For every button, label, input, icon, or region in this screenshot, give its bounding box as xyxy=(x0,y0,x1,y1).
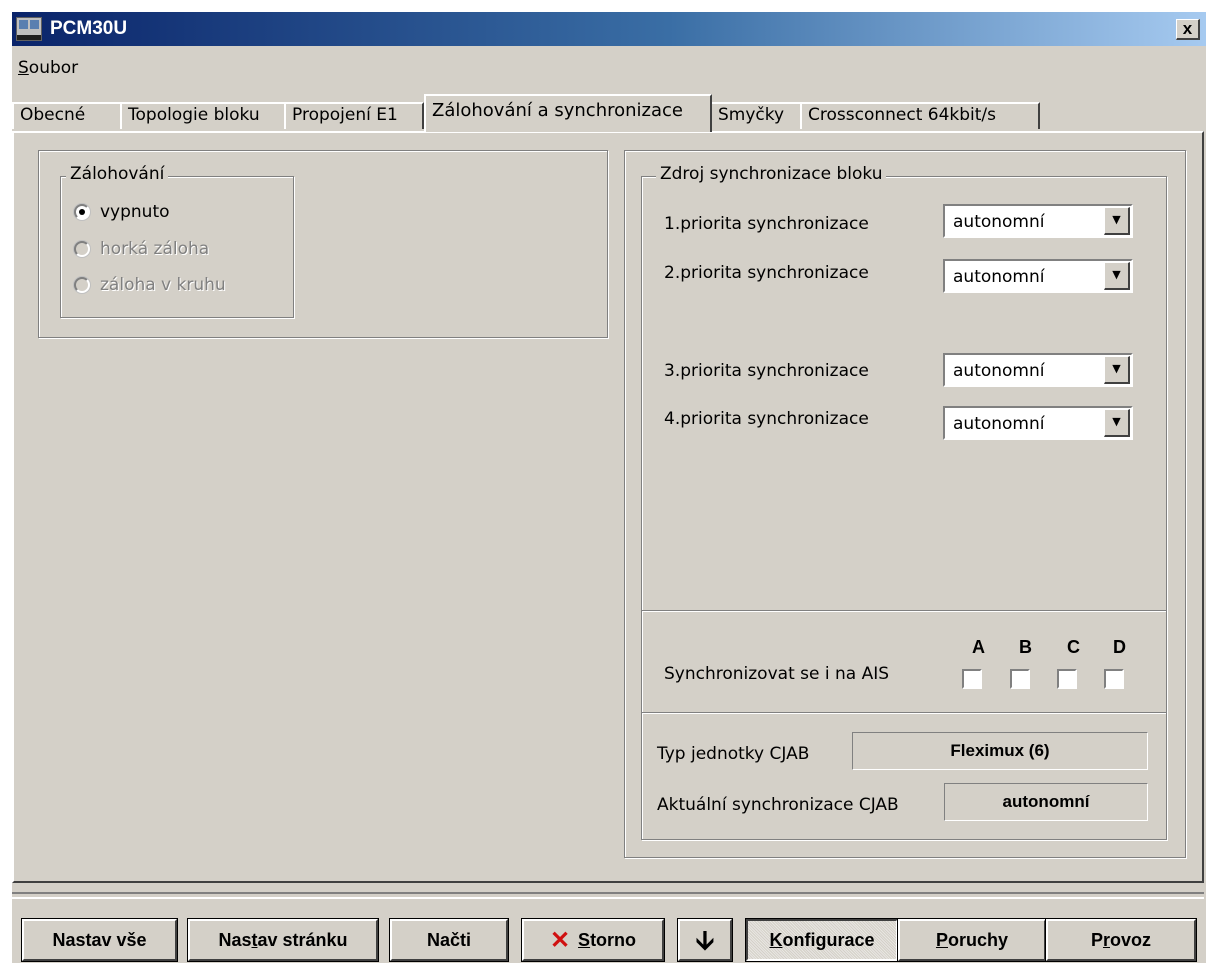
ais-checkbox-a[interactable] xyxy=(962,669,982,689)
title-bar[interactable]: PCM30U x xyxy=(12,12,1206,46)
tab-strip: Obecné Topologie bloku Propojení E1 Zálo… xyxy=(12,92,1052,132)
cancel-x-icon: ✕ xyxy=(549,927,571,954)
load-button[interactable]: Načti xyxy=(389,918,509,962)
application-window: PCM30U x Soubor Obecné Topologie bloku P… xyxy=(10,10,1206,963)
priority-3-label: 3.priorita synchronizace xyxy=(664,361,869,381)
set-page-button[interactable]: Nastav stránku xyxy=(187,918,379,962)
ais-column-b: B xyxy=(1019,637,1032,657)
priority-4-select[interactable]: autonomní ▼ xyxy=(943,406,1133,440)
window-title: PCM30U xyxy=(50,18,128,39)
sync-group-title: Zdroj synchronizace bloku xyxy=(656,164,887,184)
priority-4-label: 4.priorita synchronizace xyxy=(664,409,869,429)
unit-type-label: Typ jednotky CJAB xyxy=(657,744,810,764)
priority-2-select[interactable]: autonomní ▼ xyxy=(943,259,1133,293)
tab-general[interactable]: Obecné xyxy=(12,102,122,129)
chevron-down-icon[interactable]: ▼ xyxy=(1104,262,1130,290)
set-all-button[interactable]: Nastav vše xyxy=(21,918,178,962)
radio-ring-backup-label: záloha v kruhu xyxy=(100,275,226,295)
app-icon xyxy=(16,17,42,41)
priority-3-select[interactable]: autonomní ▼ xyxy=(943,353,1133,387)
radio-hot-backup-label: horká záloha xyxy=(100,239,210,259)
divider xyxy=(642,712,1166,714)
priority-2-label: 2.priorita synchronizace xyxy=(664,263,869,283)
tab-loops[interactable]: Smyčky xyxy=(710,102,802,129)
radio-off-indicator[interactable] xyxy=(74,204,90,220)
bottom-separator xyxy=(12,892,1204,899)
tab-block-topology[interactable]: Topologie bloku xyxy=(120,102,286,129)
priority-1-select[interactable]: autonomní ▼ xyxy=(943,204,1133,238)
radio-ring-backup-indicator[interactable] xyxy=(74,277,90,293)
ais-sync-label: Synchronizovat se i na AIS xyxy=(664,664,890,684)
ais-column-a: A xyxy=(972,637,985,657)
current-sync-label: Aktuální synchronizace CJAB xyxy=(657,795,899,815)
faults-button[interactable]: Poruchy xyxy=(897,918,1047,962)
priority-2-value: autonomní xyxy=(953,267,1045,287)
cancel-button[interactable]: ✕ Storno xyxy=(521,918,665,962)
arrow-down-icon: 🡫 xyxy=(695,925,715,955)
tab-e1-connection[interactable]: Propojení E1 xyxy=(284,102,424,129)
menu-file[interactable]: Soubor xyxy=(18,58,78,78)
priority-4-value: autonomní xyxy=(953,414,1045,434)
chevron-down-icon[interactable]: ▼ xyxy=(1104,207,1130,235)
priority-1-value: autonomní xyxy=(953,212,1045,232)
operation-button[interactable]: Provoz xyxy=(1045,918,1197,962)
radio-hot-backup-indicator[interactable] xyxy=(74,241,90,257)
current-sync-value: autonomní xyxy=(944,783,1148,821)
unit-type-value: Fleximux (6) xyxy=(852,732,1148,770)
menu-bar: Soubor xyxy=(18,58,78,78)
ais-column-d: D xyxy=(1113,637,1126,657)
close-button[interactable]: x xyxy=(1176,19,1200,40)
ais-checkbox-d[interactable] xyxy=(1104,669,1124,689)
ais-checkbox-c[interactable] xyxy=(1057,669,1077,689)
chevron-down-icon[interactable]: ▼ xyxy=(1104,356,1130,384)
ais-checkbox-b[interactable] xyxy=(1010,669,1030,689)
priority-3-value: autonomní xyxy=(953,361,1045,381)
tab-crossconnect[interactable]: Crossconnect 64kbit/s xyxy=(800,102,1040,129)
configuration-button[interactable]: Konfigurace xyxy=(745,918,899,962)
tab-backup-sync[interactable]: Zálohování a synchronizace xyxy=(424,94,712,132)
close-icon: x xyxy=(1182,19,1193,38)
ais-column-c: C xyxy=(1067,637,1080,657)
chevron-down-icon[interactable]: ▼ xyxy=(1104,409,1130,437)
backup-group-title: Zálohování xyxy=(66,164,169,184)
priority-1-label: 1.priorita synchronizace xyxy=(664,214,869,234)
download-button[interactable]: 🡫 xyxy=(677,918,733,962)
divider xyxy=(642,610,1166,612)
radio-off-label: vypnuto xyxy=(100,202,170,222)
